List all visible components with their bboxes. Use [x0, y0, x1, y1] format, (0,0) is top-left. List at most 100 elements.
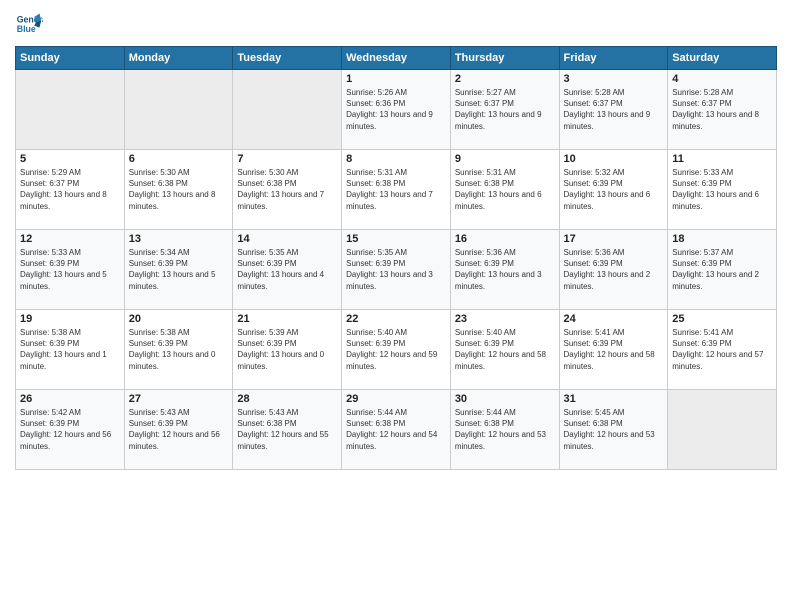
- day-cell: [16, 70, 125, 150]
- day-number: 16: [455, 233, 555, 245]
- day-header-monday: Monday: [124, 47, 233, 70]
- day-cell: [124, 70, 233, 150]
- cell-info: Sunrise: 5:44 AMSunset: 6:38 PMDaylight:…: [455, 407, 555, 452]
- cell-info: Sunrise: 5:39 AMSunset: 6:39 PMDaylight:…: [237, 327, 337, 372]
- cell-info: Sunrise: 5:26 AMSunset: 6:36 PMDaylight:…: [346, 87, 446, 132]
- day-number: 1: [346, 73, 446, 85]
- cell-info: Sunrise: 5:34 AMSunset: 6:39 PMDaylight:…: [129, 247, 229, 292]
- cell-info: Sunrise: 5:36 AMSunset: 6:39 PMDaylight:…: [455, 247, 555, 292]
- day-cell: 20 Sunrise: 5:38 AMSunset: 6:39 PMDayligh…: [124, 310, 233, 390]
- header-row: SundayMondayTuesdayWednesdayThursdayFrid…: [16, 47, 777, 70]
- cell-info: Sunrise: 5:45 AMSunset: 6:38 PMDaylight:…: [564, 407, 664, 452]
- day-number: 23: [455, 313, 555, 325]
- day-number: 17: [564, 233, 664, 245]
- cell-info: Sunrise: 5:43 AMSunset: 6:38 PMDaylight:…: [237, 407, 337, 452]
- cell-info: Sunrise: 5:31 AMSunset: 6:38 PMDaylight:…: [455, 167, 555, 212]
- day-number: 10: [564, 153, 664, 165]
- svg-text:Blue: Blue: [17, 24, 36, 34]
- day-cell: 12Sunrise: 5:33 AMSunset: 6:39 PMDayligh…: [16, 230, 125, 310]
- calendar-table: SundayMondayTuesdayWednesdayThursdayFrid…: [15, 46, 777, 470]
- cell-info: Sunrise: 5:33 AMSunset: 6:39 PMDaylight:…: [672, 167, 772, 212]
- cell-info: Sunrise: 5:41 AMSunset: 6:39 PMDaylight:…: [564, 327, 664, 372]
- day-header-wednesday: Wednesday: [342, 47, 451, 70]
- day-cell: 24Sunrise: 5:41 AMSunset: 6:39 PMDayligh…: [559, 310, 668, 390]
- day-cell: 1 Sunrise: 5:26 AMSunset: 6:36 PMDaylight…: [342, 70, 451, 150]
- cell-info: Sunrise: 5:44 AMSunset: 6:38 PMDaylight:…: [346, 407, 446, 452]
- day-number: 19: [20, 313, 120, 325]
- cell-info: Sunrise: 5:30 AMSunset: 6:38 PMDaylight:…: [129, 167, 229, 212]
- cell-info: Sunrise: 5:35 AMSunset: 6:39 PMDaylight:…: [346, 247, 446, 292]
- cell-info: Sunrise: 5:43 AMSunset: 6:39 PMDaylight:…: [129, 407, 229, 452]
- day-number: 5: [20, 153, 120, 165]
- day-number: 20: [129, 313, 229, 325]
- cell-info: Sunrise: 5:37 AMSunset: 6:39 PMDaylight:…: [672, 247, 772, 292]
- week-row-2: 5 Sunrise: 5:29 AMSunset: 6:37 PMDaylight…: [16, 150, 777, 230]
- day-cell: 17 Sunrise: 5:36 AMSunset: 6:39 PMDayligh…: [559, 230, 668, 310]
- cell-info: Sunrise: 5:40 AMSunset: 6:39 PMDaylight:…: [346, 327, 446, 372]
- cell-info: Sunrise: 5:38 AMSunset: 6:39 PMDaylight:…: [129, 327, 229, 372]
- day-cell: 11 Sunrise: 5:33 AMSunset: 6:39 PMDayligh…: [668, 150, 777, 230]
- day-cell: 22 Sunrise: 5:40 AMSunset: 6:39 PMDayligh…: [342, 310, 451, 390]
- day-header-tuesday: Tuesday: [233, 47, 342, 70]
- day-number: 8: [346, 153, 446, 165]
- cell-info: Sunrise: 5:28 AMSunset: 6:37 PMDaylight:…: [672, 87, 772, 132]
- day-number: 25: [672, 313, 772, 325]
- day-cell: 9 Sunrise: 5:31 AMSunset: 6:38 PMDaylight…: [450, 150, 559, 230]
- day-number: 22: [346, 313, 446, 325]
- day-cell: 18 Sunrise: 5:37 AMSunset: 6:39 PMDayligh…: [668, 230, 777, 310]
- cell-info: Sunrise: 5:36 AMSunset: 6:39 PMDaylight:…: [564, 247, 664, 292]
- day-number: 9: [455, 153, 555, 165]
- day-cell: 23Sunrise: 5:40 AMSunset: 6:39 PMDayligh…: [450, 310, 559, 390]
- day-header-friday: Friday: [559, 47, 668, 70]
- cell-info: Sunrise: 5:30 AMSunset: 6:38 PMDaylight:…: [237, 167, 337, 212]
- day-number: 7: [237, 153, 337, 165]
- day-cell: [233, 70, 342, 150]
- cell-info: Sunrise: 5:35 AMSunset: 6:39 PMDaylight:…: [237, 247, 337, 292]
- day-number: 21: [237, 313, 337, 325]
- day-cell: 29 Sunrise: 5:44 AMSunset: 6:38 PMDayligh…: [342, 390, 451, 470]
- day-cell: 26Sunrise: 5:42 AMSunset: 6:39 PMDayligh…: [16, 390, 125, 470]
- day-number: 27: [129, 393, 229, 405]
- day-number: 11: [672, 153, 772, 165]
- day-cell: 8 Sunrise: 5:31 AMSunset: 6:38 PMDaylight…: [342, 150, 451, 230]
- day-header-saturday: Saturday: [668, 47, 777, 70]
- day-cell: 4 Sunrise: 5:28 AMSunset: 6:37 PMDaylight…: [668, 70, 777, 150]
- cell-info: Sunrise: 5:32 AMSunset: 6:39 PMDaylight:…: [564, 167, 664, 212]
- day-number: 29: [346, 393, 446, 405]
- day-cell: 15Sunrise: 5:35 AMSunset: 6:39 PMDayligh…: [342, 230, 451, 310]
- day-number: 26: [20, 393, 120, 405]
- day-number: 18: [672, 233, 772, 245]
- cell-info: Sunrise: 5:33 AMSunset: 6:39 PMDaylight:…: [20, 247, 120, 292]
- calendar-page: General Blue SundayMondayTuesdayWednesda…: [0, 0, 792, 612]
- cell-info: Sunrise: 5:27 AMSunset: 6:37 PMDaylight:…: [455, 87, 555, 132]
- day-header-thursday: Thursday: [450, 47, 559, 70]
- day-cell: 13Sunrise: 5:34 AMSunset: 6:39 PMDayligh…: [124, 230, 233, 310]
- week-row-5: 26Sunrise: 5:42 AMSunset: 6:39 PMDayligh…: [16, 390, 777, 470]
- day-number: 3: [564, 73, 664, 85]
- day-number: 2: [455, 73, 555, 85]
- day-number: 28: [237, 393, 337, 405]
- day-cell: 5 Sunrise: 5:29 AMSunset: 6:37 PMDaylight…: [16, 150, 125, 230]
- header: General Blue: [15, 10, 777, 38]
- day-cell: 19Sunrise: 5:38 AMSunset: 6:39 PMDayligh…: [16, 310, 125, 390]
- day-cell: 27 Sunrise: 5:43 AMSunset: 6:39 PMDayligh…: [124, 390, 233, 470]
- day-cell: 6 Sunrise: 5:30 AMSunset: 6:38 PMDaylight…: [124, 150, 233, 230]
- logo-icon: General Blue: [15, 10, 43, 38]
- day-cell: 21 Sunrise: 5:39 AMSunset: 6:39 PMDayligh…: [233, 310, 342, 390]
- day-number: 31: [564, 393, 664, 405]
- day-header-sunday: Sunday: [16, 47, 125, 70]
- day-number: 6: [129, 153, 229, 165]
- week-row-4: 19 Sunrise: 5:38 AMSunset: 6:39 PMDayligh…: [16, 310, 777, 390]
- day-number: 4: [672, 73, 772, 85]
- day-number: 14: [237, 233, 337, 245]
- day-cell: [668, 390, 777, 470]
- cell-info: Sunrise: 5:29 AMSunset: 6:37 PMDaylight:…: [20, 167, 120, 212]
- cell-info: Sunrise: 5:28 AMSunset: 6:37 PMDaylight:…: [564, 87, 664, 132]
- cell-info: Sunrise: 5:31 AMSunset: 6:38 PMDaylight:…: [346, 167, 446, 212]
- day-cell: 10 Sunrise: 5:32 AMSunset: 6:39 PMDayligh…: [559, 150, 668, 230]
- day-cell: 14 Sunrise: 5:35 AMSunset: 6:39 PMDayligh…: [233, 230, 342, 310]
- day-cell: 3 Sunrise: 5:28 AMSunset: 6:37 PMDaylight…: [559, 70, 668, 150]
- day-cell: 31 Sunrise: 5:45 AMSunset: 6:38 PMDayligh…: [559, 390, 668, 470]
- day-cell: 30 Sunrise: 5:44 AMSunset: 6:38 PMDayligh…: [450, 390, 559, 470]
- day-number: 30: [455, 393, 555, 405]
